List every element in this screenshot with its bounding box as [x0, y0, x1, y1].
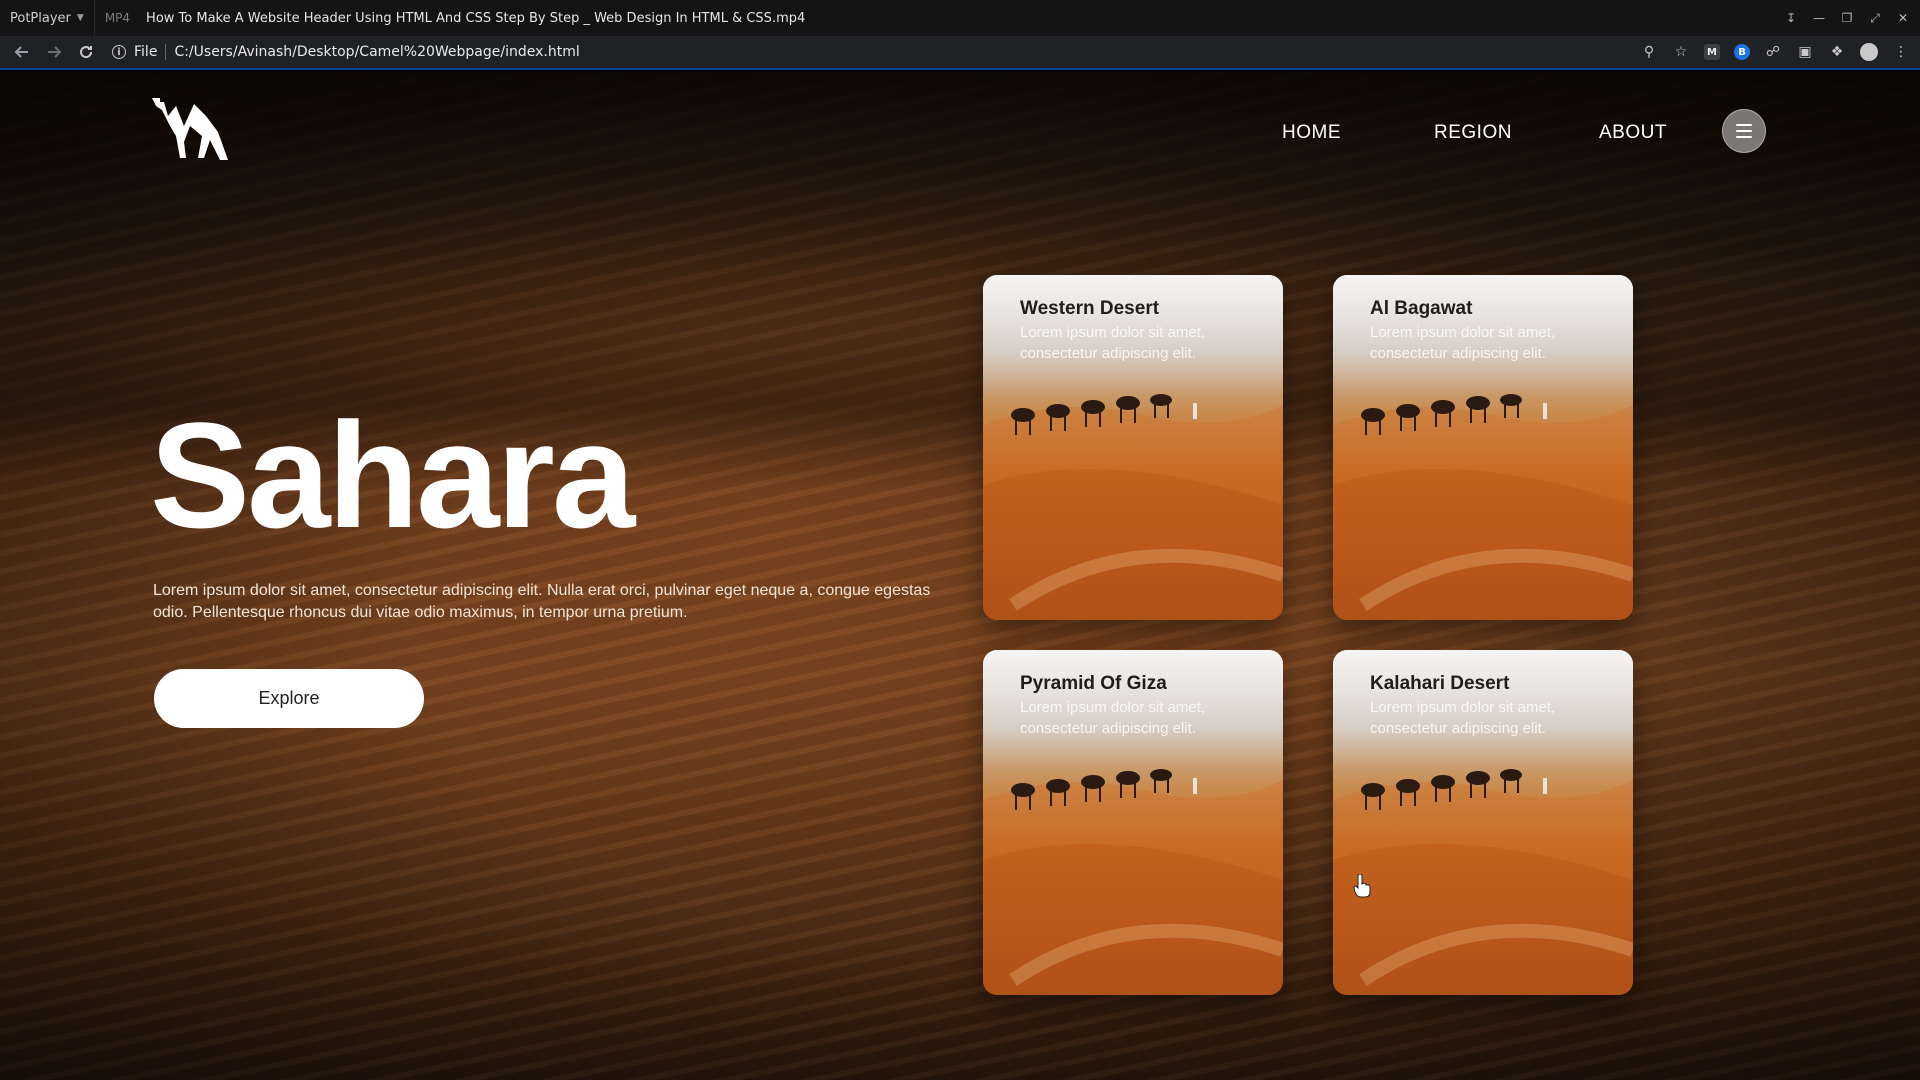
hamburger-menu-button[interactable]	[1722, 109, 1766, 153]
blue-extension-icon[interactable]: B	[1734, 44, 1750, 60]
url-text[interactable]: C:/Users/Avinash/Desktop/Camel%20Webpage…	[174, 44, 579, 60]
hero-description: Lorem ipsum dolor sit amet, consectetur …	[153, 582, 931, 621]
card-description: Lorem ipsum dolor sit amet, consectetur …	[1020, 324, 1206, 362]
media-player-title-bar: PotPlayer ▼ MP4 How To Make A Website He…	[0, 0, 1920, 36]
nav-region-link[interactable]: REGION	[1434, 122, 1512, 144]
browser-toolbar: i File C:/Users/Avinash/Desktop/Camel%20…	[0, 36, 1920, 70]
card-description: Lorem ipsum dolor sit amet, consectetur …	[1370, 324, 1556, 362]
minimize-icon[interactable]: —	[1812, 11, 1826, 25]
hand-cursor-icon	[1353, 874, 1371, 898]
toolbar-actions: ⚲ ☆ M B ☍ ▣ ❖ ⋮	[1640, 43, 1910, 61]
more-menu-icon[interactable]: ⋮	[1892, 43, 1910, 61]
zoom-icon[interactable]: ⚲	[1640, 43, 1658, 61]
media-title: How To Make A Website Header Using HTML …	[146, 10, 806, 26]
nav-about-link[interactable]: ABOUT	[1599, 122, 1667, 144]
bookmark-star-icon[interactable]: ☆	[1672, 43, 1690, 61]
reload-icon	[80, 46, 93, 59]
gmail-extension-icon[interactable]: M	[1704, 44, 1720, 60]
region-card-pyramid-of-giza[interactable]: Pyramid Of Giza Lorem ipsum dolor sit am…	[983, 650, 1283, 995]
pin-icon[interactable]: ↧	[1784, 11, 1798, 25]
player-menu-button[interactable]: PotPlayer ▼	[0, 11, 94, 26]
reload-button[interactable]	[70, 36, 102, 68]
card-description: Lorem ipsum dolor sit amet, consectetur …	[1020, 699, 1206, 737]
region-card-western-desert[interactable]: Western Desert Lorem ipsum dolor sit ame…	[983, 275, 1283, 620]
nav-home-link[interactable]: HOME	[1282, 122, 1341, 144]
card-description: Lorem ipsum dolor sit amet, consectetur …	[1370, 699, 1556, 737]
back-button[interactable]	[6, 36, 38, 68]
profile-avatar-icon[interactable]	[1860, 43, 1878, 61]
link-extension-icon[interactable]: ☍	[1764, 43, 1782, 61]
explore-button[interactable]: Explore	[154, 669, 424, 728]
scheme-label: File	[134, 44, 167, 60]
camera-extension-icon[interactable]: ▣	[1796, 43, 1814, 61]
player-brand-label: PotPlayer	[10, 10, 71, 26]
fullscreen-icon[interactable]: ⤢	[1868, 11, 1882, 26]
media-format-label: MP4	[104, 11, 131, 25]
forward-arrow-icon	[48, 46, 62, 58]
card-title: Pyramid Of Giza	[1020, 673, 1167, 694]
chevron-down-icon: ▼	[76, 13, 84, 23]
back-arrow-icon	[14, 46, 28, 58]
hamburger-menu-icon-bar	[1736, 130, 1752, 132]
address-bar[interactable]: i File C:/Users/Avinash/Desktop/Camel%20…	[112, 44, 580, 60]
info-icon[interactable]: i	[112, 45, 126, 59]
puzzle-extensions-icon[interactable]: ❖	[1828, 43, 1846, 61]
hamburger-menu-icon-bar	[1736, 124, 1752, 126]
card-title: Al Bagawat	[1370, 298, 1473, 319]
card-title: Western Desert	[1020, 298, 1160, 319]
window-controls: ↧ — ❐ ⤢ ✕	[1784, 0, 1910, 36]
forward-button[interactable]	[38, 36, 70, 68]
region-card-al-bagawat[interactable]: Al Bagawat Lorem ipsum dolor sit amet, c…	[1333, 275, 1633, 620]
restore-icon[interactable]: ❐	[1840, 11, 1854, 25]
hamburger-menu-icon-bar	[1736, 136, 1752, 138]
region-card-kalahari-desert[interactable]: Kalahari Desert Lorem ipsum dolor sit am…	[1333, 650, 1633, 995]
camel-logo-icon[interactable]	[150, 96, 232, 166]
hero-title: Sahara	[150, 391, 635, 559]
card-title: Kalahari Desert	[1370, 673, 1510, 694]
close-icon[interactable]: ✕	[1896, 11, 1910, 25]
